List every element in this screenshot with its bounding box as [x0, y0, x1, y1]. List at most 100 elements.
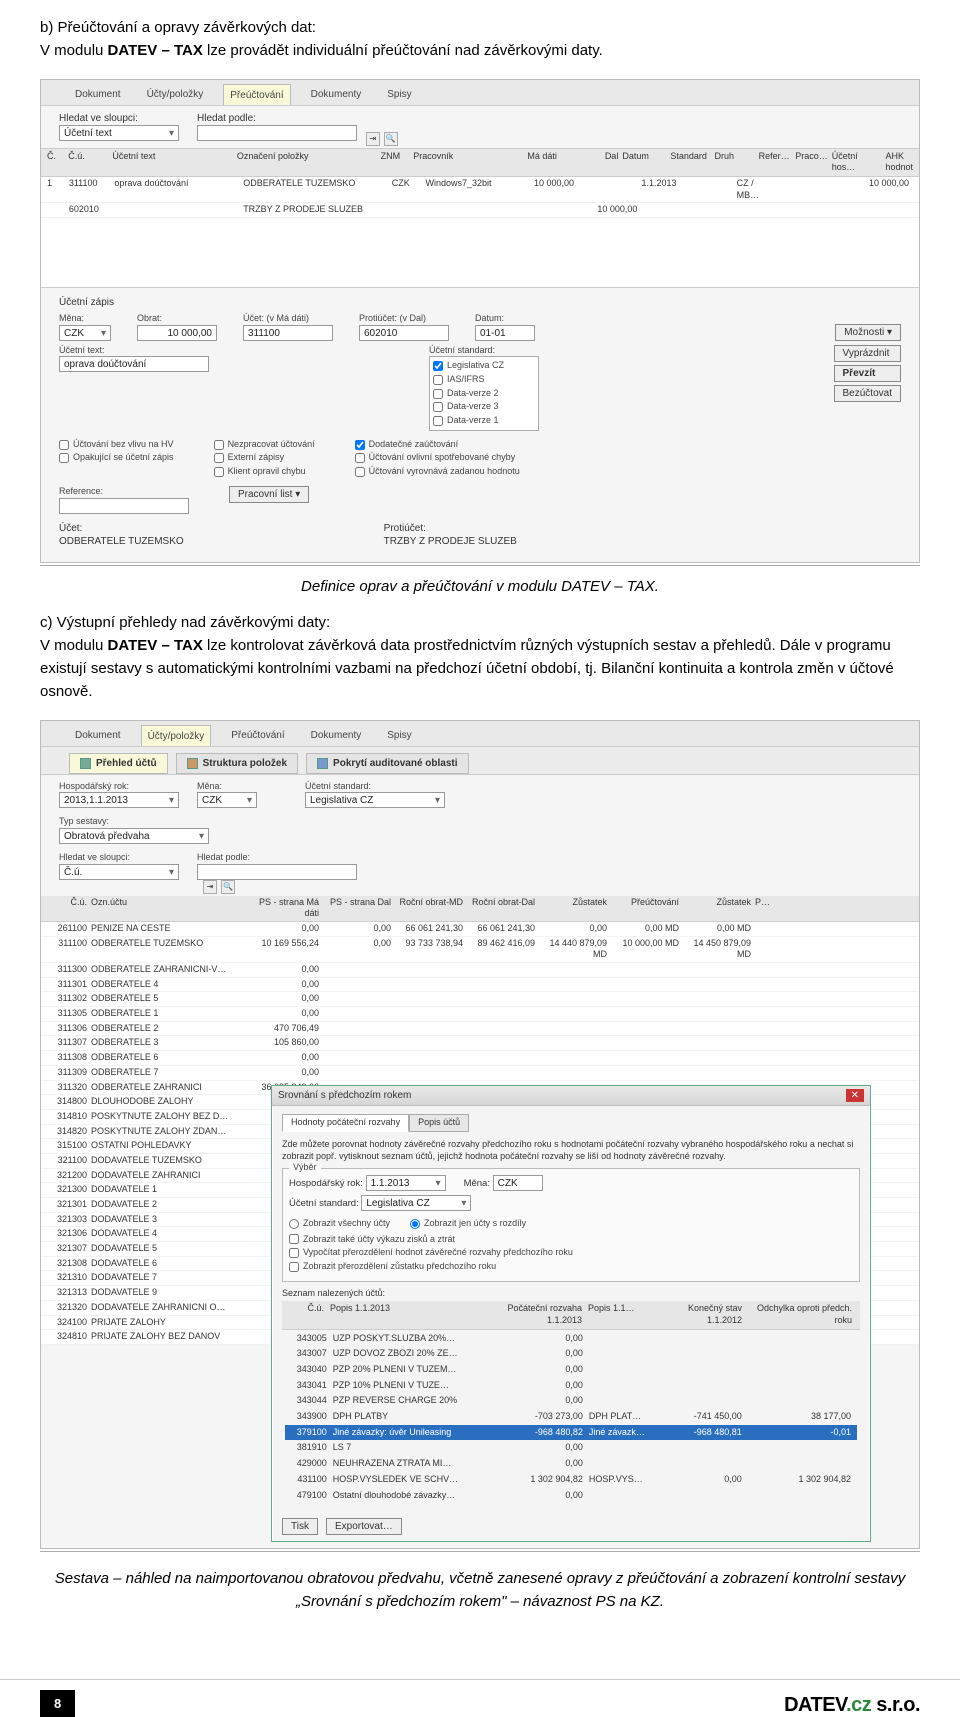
popup-row[interactable]: 379100Jiné závazky: úvěr Unileasing-968 …	[285, 1425, 857, 1441]
tab2-dokument[interactable]: Dokument	[69, 725, 127, 746]
table-row[interactable]: 602010TRZBY Z PRODEJE SLUZEB10 000,00	[41, 203, 919, 218]
std-option[interactable]: IAS/IFRS	[433, 374, 535, 386]
report-type-select[interactable]: Obratová předvaha	[59, 828, 209, 844]
subtabs: Přehled účtů Struktura položek Pokrytí a…	[41, 747, 919, 775]
screenshot-prehled-uctu: Dokument Účty/položky Přeúčtování Dokume…	[40, 720, 920, 1550]
popup-row[interactable]: 429000NEUHRAZENA ZTRATA MI…0,00	[285, 1456, 857, 1472]
chk-recalc[interactable]: Vypočítat přerozdělení hodnot závěrečné …	[289, 1247, 853, 1259]
currency-select[interactable]: CZK	[59, 325, 111, 341]
search-find-icon-2[interactable]: 🔍	[221, 880, 235, 894]
popup-grid-header: Č.ú. Popis 1.1.2013 Počáteční rozvaha 1.…	[282, 1301, 860, 1329]
popup-row[interactable]: 343041PZP 10% PLNENI V TUZE…0,00	[285, 1378, 857, 1394]
std-option[interactable]: Data-verze 1	[433, 415, 535, 427]
radio-all-accounts[interactable]: Zobrazit všechny účty	[289, 1218, 390, 1230]
print-button[interactable]: Tisk	[282, 1518, 318, 1535]
fiscal-year-select[interactable]: 2013,1.1.2013	[59, 792, 179, 808]
tab-spisy[interactable]: Spisy	[381, 84, 417, 105]
contra2-value: TRZBY Z PRODEJE SLUZEB	[384, 536, 517, 547]
clear-button[interactable]: Vyprázdnit	[834, 345, 901, 362]
label-mena: Měna:	[59, 313, 111, 325]
worksheet-button[interactable]: Pracovní list ▾	[229, 486, 309, 503]
caption-2: Sestava – náhled na naimportovanou obrat…	[40, 1568, 920, 1613]
accounting-text-input[interactable]: oprava doúčtování	[59, 356, 209, 372]
table-row[interactable]: 311305ODBERATELE 10,00	[41, 1007, 919, 1022]
account-input[interactable]: 311100	[243, 325, 333, 341]
options-button[interactable]: Možnosti ▾	[835, 324, 901, 341]
chk-show-redist[interactable]: Zobrazit přerozdělení zůstatku předchozí…	[289, 1261, 853, 1273]
tab2-spisy[interactable]: Spisy	[381, 725, 417, 746]
export-button[interactable]: Exportovat…	[326, 1518, 402, 1535]
tab2-ucty[interactable]: Účty/položky	[141, 725, 212, 746]
search-go-icon-2[interactable]: ⇥	[203, 880, 217, 894]
search-input-2[interactable]	[197, 864, 357, 880]
popup-currency[interactable]: CZK	[493, 1175, 543, 1191]
table-row[interactable]: 311301ODBERATELE 40,00	[41, 978, 919, 993]
popup-standard[interactable]: Legislativa CZ	[361, 1195, 471, 1211]
reference-input[interactable]	[59, 498, 189, 514]
option-checkbox[interactable]: Klient opravil chybu	[214, 466, 315, 478]
noaccount-button[interactable]: Bezúčtovat	[834, 385, 901, 402]
search-column-select[interactable]: Účetní text	[59, 125, 179, 141]
popup-row[interactable]: 381910LS 70,00	[285, 1440, 857, 1456]
label-std: Účetní standard:	[429, 345, 539, 357]
popup-row[interactable]: 343040PZP 20% PLNENI V TUZEM…0,00	[285, 1362, 857, 1378]
std-option[interactable]: Data-verze 3	[433, 401, 535, 413]
option-checkbox[interactable]: Účtování bez vlivu na HV	[59, 439, 174, 451]
screenshot-preuctovani: Dokument Účty/položky Přeúčtování Dokume…	[40, 79, 920, 563]
popup-row[interactable]: 343007UZP DOVOZ ZBOZI 20% ZE…0,00	[285, 1346, 857, 1362]
option-checkbox[interactable]: Účtování vyrovnává zadanou hodnotu	[355, 466, 520, 478]
search-col-2[interactable]: Č.ú.	[59, 864, 179, 880]
tab-ucty[interactable]: Účty/položky	[141, 84, 210, 105]
table-row[interactable]: 311300ODBERATELE ZAHRANICNI-V…0,00	[41, 963, 919, 978]
std-option[interactable]: Data-verze 2	[433, 388, 535, 400]
subtab-prehled[interactable]: Přehled účtů	[69, 753, 168, 774]
coverage-icon	[317, 758, 328, 769]
popup-row[interactable]: 431100HOSP.VYSLEDEK VE SCHV…1 302 904,82…	[285, 1472, 857, 1488]
option-checkbox[interactable]: Externí zápisy	[214, 452, 315, 464]
radio-diff-accounts[interactable]: Zobrazit jen účty s rozdíly	[410, 1218, 526, 1230]
table-row[interactable]: 1311100oprava doúčtováníODBERATELE TUZEM…	[41, 177, 919, 203]
tab-preuctovani[interactable]: Přeúčtování	[223, 84, 290, 105]
option-checkbox[interactable]: Dodatečné zaúčtování	[355, 439, 520, 451]
table-row[interactable]: 311302ODBERATELE 50,00	[41, 992, 919, 1007]
currency-select-2[interactable]: CZK	[197, 792, 257, 808]
search-input[interactable]	[197, 125, 357, 141]
table-row[interactable]: 311306ODBERATELE 2470 706,49	[41, 1022, 919, 1037]
take-button[interactable]: Převzít	[834, 365, 901, 382]
chk-pl-accounts[interactable]: Zobrazit také účty výkazu zisků a ztrát	[289, 1234, 853, 1246]
option-checkbox[interactable]: Opakující se účetní zápis	[59, 452, 174, 464]
table-row[interactable]: 311308ODBERATELE 60,00	[41, 1051, 919, 1066]
option-checkbox[interactable]: Nezpracovat účtování	[214, 439, 315, 451]
popup-row[interactable]: 343005UZP POSKYT.SLUZBA 20%…0,00	[285, 1331, 857, 1347]
popup-description: Zde můžete porovnat hodnoty závěrečné ro…	[282, 1138, 860, 1162]
amount-input[interactable]: 10 000,00	[137, 325, 217, 341]
std-option[interactable]: Legislativa CZ	[433, 360, 535, 372]
tab2-dokumenty[interactable]: Dokumenty	[305, 725, 368, 746]
date-input[interactable]: 01-01	[475, 325, 535, 341]
standard-select[interactable]: Legislativa CZ	[305, 792, 445, 808]
popup-row[interactable]: 479100Ostatní dlouhodobé závazky…0,00	[285, 1488, 857, 1504]
popup-row[interactable]: 343044PZP REVERSE CHARGE 20%0,00	[285, 1393, 857, 1409]
subtab-pokryti[interactable]: Pokrytí auditované oblasti	[306, 753, 468, 774]
popup-row[interactable]: 343900DPH PLATBY-703 273,00DPH PLAT…-741…	[285, 1409, 857, 1425]
label-search2: Hledat ve sloupci:	[59, 852, 179, 864]
tab-dokumenty[interactable]: Dokumenty	[305, 84, 368, 105]
contra-account-input[interactable]: 602010	[359, 325, 449, 341]
tab-dokument[interactable]: Dokument	[69, 84, 127, 105]
table-row[interactable]: 311100ODBERATELE TUZEMSKO10 169 556,240,…	[41, 937, 919, 963]
table-row[interactable]: 311307ODBERATELE 3105 860,00	[41, 1036, 919, 1051]
subtab-struktura[interactable]: Struktura položek	[176, 753, 298, 774]
search-go-icon[interactable]: ⇥	[366, 132, 380, 146]
option-checkbox[interactable]: Účtování ovlivní spotřebované chyby	[355, 452, 520, 464]
table-row[interactable]: 311309ODBERATELE 70,00	[41, 1066, 919, 1081]
label-contra2: Protiúčet:	[384, 523, 426, 534]
label-searchby2: Hledat podle:	[197, 852, 357, 864]
popup-fy-select[interactable]: 1.1.2013	[366, 1175, 446, 1191]
tab2-preuctovani[interactable]: Přeúčtování	[225, 725, 290, 746]
table-row[interactable]: 261100PENIZE NA CESTE0,000,0066 061 241,…	[41, 922, 919, 937]
popup-tab-desc[interactable]: Popis účtů	[409, 1114, 469, 1132]
page-number: 8	[40, 1690, 75, 1717]
search-find-icon[interactable]: 🔍	[384, 132, 398, 146]
close-icon[interactable]: ✕	[846, 1089, 864, 1102]
popup-tab-values[interactable]: Hodnoty počáteční rozvahy	[282, 1114, 409, 1132]
